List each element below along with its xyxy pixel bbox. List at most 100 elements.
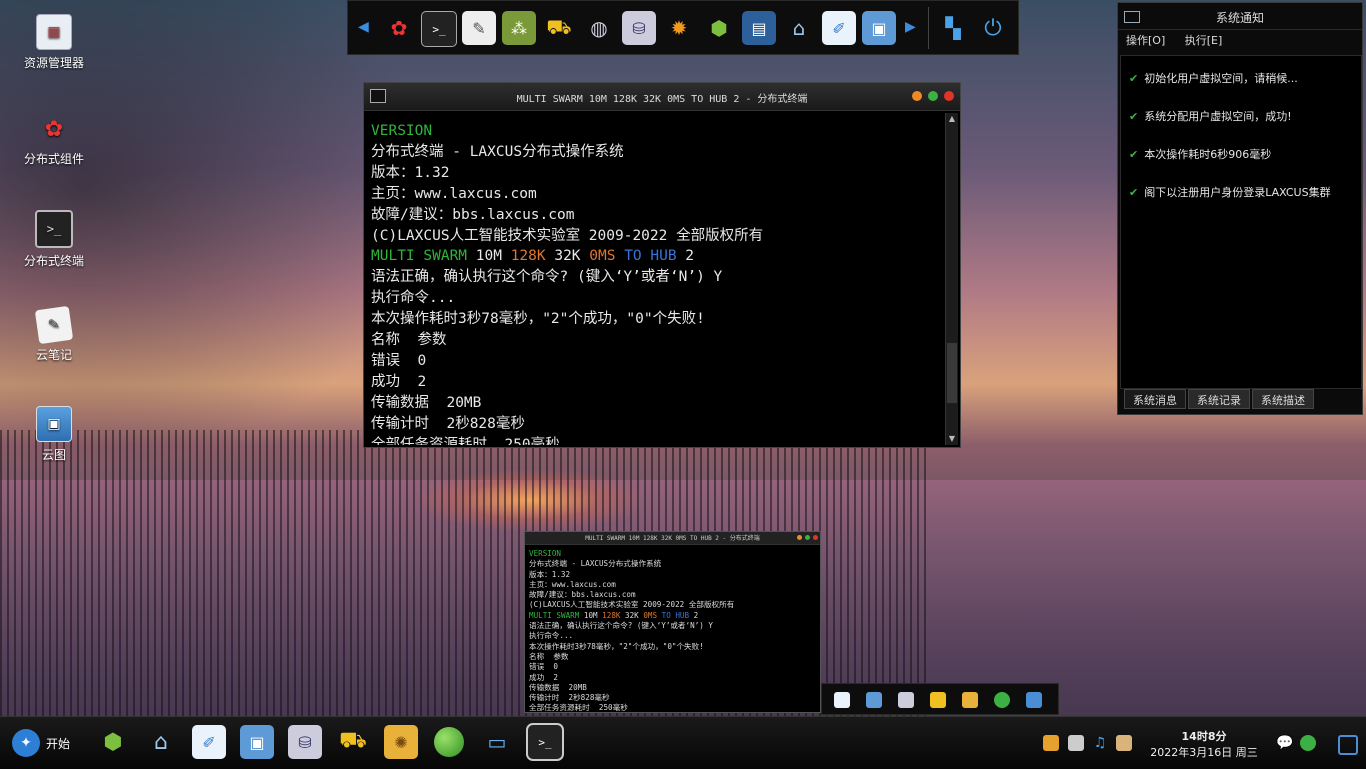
picture-icon[interactable] — [866, 692, 882, 708]
notepad-icon[interactable]: ✎ — [462, 11, 496, 45]
preview-line: (C)LAXCUS人工智能技术实验室 2009-2022 全部版权所有 — [529, 600, 735, 610]
music-icon[interactable]: ♫ — [1092, 735, 1108, 751]
paint-icon[interactable] — [834, 692, 850, 708]
picture-icon[interactable]: ▣ — [862, 11, 896, 45]
minimize-button[interactable] — [912, 91, 922, 101]
picture-icon[interactable]: ▣ — [240, 725, 274, 759]
scroll-down-icon[interactable]: ▼ — [946, 433, 958, 445]
clock-time: 14时8分 — [1181, 730, 1227, 743]
tab-system-records[interactable]: 系统记录 — [1188, 389, 1250, 409]
monitor-icon[interactable] — [1026, 692, 1042, 708]
notification-title: 系统通知 — [1215, 11, 1264, 25]
terminal-line: 分布式终端 - LAXCUS分布式操作系统 — [371, 143, 624, 160]
notification-message: ✔ 初始化用户虚拟空间，请稍候... — [1129, 72, 1298, 85]
desktop-icon-cloud-image[interactable]: ▣ 云图 — [12, 406, 96, 463]
check-icon: ✔ — [1129, 72, 1139, 85]
document-icon[interactable] — [1068, 735, 1084, 751]
preview-line: VERSION — [529, 549, 562, 558]
paint-icon[interactable]: ✐ — [822, 11, 856, 45]
tab-system-description[interactable]: 系统描述 — [1252, 389, 1314, 409]
switch-icon[interactable]: ▚ — [936, 11, 970, 45]
desktop-icon-distributed-terminal[interactable]: >_ 分布式终端 — [12, 210, 96, 269]
dock-divider — [928, 7, 929, 49]
terminal-line: (C)LAXCUS人工智能技术实验室 2009-2022 全部版权所有 — [371, 227, 764, 244]
terminal-line: 传输数据 20MB — [371, 394, 482, 411]
preview-line: 全部任务资源耗时 250毫秒 — [529, 703, 628, 711]
dock-scroll-left-icon[interactable]: ◀ — [358, 19, 369, 35]
terminal-line: 本次操作耗时3秒78毫秒，"2"个成功，"0"个失败! — [371, 311, 705, 328]
terminal-line: 全部任务资源耗时 250毫秒 — [371, 436, 560, 445]
preview-line: 名称 参数 — [529, 651, 569, 661]
power-icon[interactable]: ⏻ — [976, 11, 1010, 45]
preview-maximize-icon — [805, 535, 810, 540]
ladybug-icon[interactable]: ✹ — [662, 11, 696, 45]
desktop-icon-label: 资源管理器 — [23, 56, 84, 70]
show-desktop-icon[interactable] — [1338, 735, 1358, 755]
close-button[interactable] — [944, 91, 954, 101]
film-icon[interactable]: ▤ — [742, 11, 776, 45]
components-icon[interactable]: ✿ — [382, 11, 416, 45]
terminal-titlebar[interactable]: MULTI SWARM 10M 128K 32K 0MS TO HUB 2 - … — [364, 83, 960, 111]
forklift-icon[interactable]: ⛟ — [336, 725, 370, 759]
scroll-up-icon[interactable]: ▲ — [946, 113, 958, 125]
terminal-window[interactable]: MULTI SWARM 10M 128K 32K 0MS TO HUB 2 - … — [363, 82, 961, 448]
maximize-button[interactable] — [928, 91, 938, 101]
sunflower-icon[interactable] — [962, 692, 978, 708]
dock-scroll-right-icon[interactable]: ▶ — [905, 19, 916, 35]
top-dock: ◀ ✿ >_ ✎ ⁂ ⛟ ◍ ⛁ ✹ ⬢ ▤ ⌂ ✐ ▣ ▶ ▚ ⏻ — [347, 0, 1019, 55]
planet-icon[interactable]: ◍ — [582, 11, 616, 45]
preview-line: 本次操作耗时3秒78毫秒，"2"个成功，"0"个失败! — [529, 641, 704, 651]
terminal-output[interactable]: VERSION 分布式终端 - LAXCUS分布式操作系统 版本：1.32 主页… — [371, 121, 941, 445]
chat-icon[interactable]: 💬 — [1276, 735, 1293, 751]
user-icon[interactable] — [1116, 735, 1132, 751]
terminal-icon[interactable]: >_ — [421, 11, 457, 47]
menu-execute[interactable]: 执行[E] — [1185, 34, 1223, 47]
distributed-terminal-icon: >_ — [35, 210, 73, 248]
home-icon[interactable]: ⌂ — [144, 725, 178, 759]
desktop-icon-resource-manager[interactable]: ▦ 资源管理器 — [12, 14, 96, 71]
desktop-icon-distributed-component[interactable]: ✿ 分布式组件 — [12, 112, 96, 167]
terminal-line: 成功 2 — [371, 373, 427, 390]
database-icon[interactable] — [898, 692, 914, 708]
notification-menu: 操作[O] 执行[E] — [1118, 30, 1362, 50]
home-icon[interactable]: ⌂ — [782, 11, 816, 45]
tab-system-messages[interactable]: 系统消息 — [1124, 389, 1186, 409]
notification-list[interactable]: ✔ 初始化用户虚拟空间，请稍候... ✔ 系统分配用户虚拟空间，成功! ✔ 本次操作耗… — [1120, 55, 1362, 389]
desktop-icon-label: 云图 — [41, 448, 66, 462]
green-ball-icon[interactable] — [432, 725, 466, 759]
desktop-icon-label: 分布式组件 — [23, 152, 84, 166]
preview-line: 主页：www.laxcus.com — [529, 579, 616, 589]
sunflower-icon[interactable]: ✺ — [384, 725, 418, 759]
menu-operate[interactable]: 操作[O] — [1126, 34, 1165, 47]
cube-icon[interactable]: ⬢ — [96, 725, 130, 759]
network-icon[interactable]: ⁂ — [502, 11, 536, 45]
desktop-icon-cloud-note[interactable]: ✎ 云笔记 — [12, 305, 96, 363]
preview-line: 传输数据 20MB — [529, 682, 587, 692]
terminal-icon[interactable]: >_ — [526, 723, 564, 761]
paint-icon[interactable]: ✐ — [192, 725, 226, 759]
database-icon[interactable]: ⛁ — [288, 725, 322, 759]
status-green-icon[interactable] — [1300, 735, 1316, 751]
forklift-icon[interactable] — [930, 692, 946, 708]
cube-icon[interactable]: ⬢ — [702, 11, 736, 45]
check-icon: ✔ — [1129, 110, 1139, 123]
preview-line: 语法正确，确认执行这个命令? (键入‘Y’或者‘N’) Y — [529, 621, 713, 631]
forklift-icon[interactable]: ⛟ — [542, 11, 576, 45]
start-button[interactable]: ✦ 开始 — [12, 727, 70, 759]
preview-command-part: TO HUB — [661, 610, 694, 620]
package-icon[interactable] — [1043, 735, 1059, 751]
terminal-line: 语法正确，确认执行这个命令? (键入‘Y’或者‘N’) Y — [371, 269, 723, 286]
terminal-scrollbar[interactable]: ▲ ▼ — [945, 113, 958, 445]
preview-line: 版本：1.32 — [529, 569, 571, 579]
terminal-line: 主页：www.laxcus.com — [371, 185, 537, 202]
terminal-preview-window[interactable]: MULTI SWARM 10M 128K 32K 0MS TO HUB 2 - … — [524, 531, 821, 713]
notification-header[interactable]: 系统通知 — [1118, 3, 1362, 30]
green-ball-icon[interactable] — [994, 692, 1010, 708]
scrollbar-thumb[interactable] — [947, 343, 957, 403]
database-icon[interactable]: ⛁ — [622, 11, 656, 45]
taskbar-clock[interactable]: 14时8分 2022年3月16日 周三 — [1144, 729, 1264, 761]
monitor-icon[interactable]: ▭ — [480, 725, 514, 759]
preview-command-part: 0MS — [643, 610, 662, 620]
command-part: 32K — [554, 248, 590, 265]
terminal-title: MULTI SWARM 10M 128K 32K 0MS TO HUB 2 - … — [516, 94, 808, 105]
